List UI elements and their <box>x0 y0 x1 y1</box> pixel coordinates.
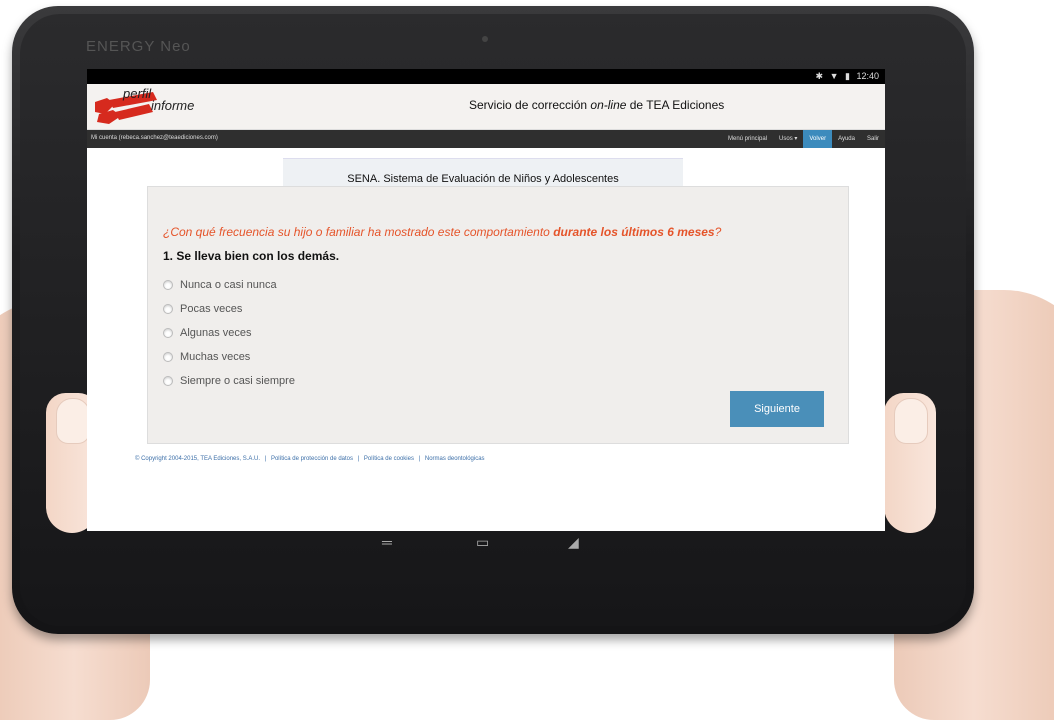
option-label: Algunas veces <box>180 327 252 339</box>
page-title: Servicio de corrección on-line de TEA Ed… <box>469 98 724 112</box>
option-label: Siempre o casi siempre <box>180 375 295 387</box>
footer-link-norms[interactable]: Normas deontológicas <box>425 456 485 462</box>
copyright-text: © Copyright 2004-2015, TEA Ediciones, S.… <box>135 456 261 462</box>
radio-button[interactable] <box>163 376 173 386</box>
account-link[interactable]: Mi cuenta (rebeca.sanchez@teaediciones.c… <box>91 135 218 141</box>
title-suffix: de TEA Ediciones <box>626 98 725 112</box>
logo-informe: informe <box>151 98 195 113</box>
option-pocas[interactable]: Pocas veces <box>163 297 295 321</box>
battery-icon: ▮ <box>845 71 850 81</box>
nav-menu: Menú principal Usos ▾ Volver Ayuda Salir <box>722 130 885 148</box>
device-brand: ENERGY Neo <box>86 38 191 55</box>
option-nunca[interactable]: Nunca o casi nunca <box>163 273 295 297</box>
test-title-box: SENA. Sistema de Evaluación de Niños y A… <box>283 158 683 189</box>
item-title: 1. Se lleva bien con los demás. <box>163 249 340 263</box>
logo-perfil: perfil <box>123 86 152 101</box>
bluetooth-icon: ✱ <box>815 71 824 81</box>
option-algunas[interactable]: Algunas veces <box>163 321 295 345</box>
back-icon[interactable]: ◢ <box>568 534 579 551</box>
option-label: Muchas veces <box>180 351 251 363</box>
app-header: perfil informe Servicio de corrección on… <box>87 84 885 130</box>
radio-button[interactable] <box>163 352 173 362</box>
option-muchas[interactable]: Muchas veces <box>163 345 295 369</box>
left-thumbnail <box>56 398 90 444</box>
radio-button[interactable] <box>163 304 173 314</box>
clock: 12:40 <box>856 71 879 81</box>
footer: © Copyright 2004-2015, TEA Ediciones, S.… <box>135 456 488 462</box>
menu-volver[interactable]: Volver <box>803 130 833 148</box>
menu-main[interactable]: Menú principal <box>722 130 773 148</box>
footer-link-cookies[interactable]: Política de cookies <box>364 456 414 462</box>
prompt-bold: durante los últimos 6 meses <box>553 225 715 239</box>
menu-ayuda[interactable]: Ayuda <box>832 130 861 148</box>
option-siempre[interactable]: Siempre o casi siempre <box>163 369 295 393</box>
footer-link-privacy[interactable]: Política de protección de datos <box>271 456 353 462</box>
status-bar: ✱ ▼ ▮ 12:40 <box>87 69 885 84</box>
prompt-end: ? <box>714 225 722 239</box>
camera-icon <box>482 36 488 42</box>
question-panel: ¿Con qué frecuencia su hijo o familiar h… <box>147 186 849 444</box>
menu-icon[interactable]: ═ <box>382 534 392 550</box>
navbar: Mi cuenta (rebeca.sanchez@teaediciones.c… <box>87 130 885 148</box>
footer-separator: | <box>264 456 267 462</box>
menu-usos[interactable]: Usos ▾ <box>773 130 803 148</box>
right-thumbnail <box>894 398 928 444</box>
footer-separator: | <box>418 456 421 462</box>
next-button[interactable]: Siguiente <box>730 391 824 427</box>
radio-button[interactable] <box>163 280 173 290</box>
option-label: Pocas veces <box>180 303 243 315</box>
question-prompt: ¿Con qué frecuencia su hijo o familiar h… <box>163 225 721 239</box>
android-nav-bar: ═ ▭ ◢ <box>380 534 620 554</box>
answer-options: Nunca o casi nunca Pocas veces Algunas v… <box>163 273 295 393</box>
eperfil-einforme-logo[interactable]: perfil informe <box>93 86 223 124</box>
tablet-screen: ✱ ▼ ▮ 12:40 perfil informe Servicio de c… <box>87 69 885 531</box>
option-label: Nunca o casi nunca <box>180 279 277 291</box>
title-prefix: Servicio de corrección <box>469 98 591 112</box>
menu-salir[interactable]: Salir <box>861 130 885 148</box>
wifi-icon: ▼ <box>829 71 839 81</box>
footer-separator: | <box>357 456 360 462</box>
test-title: SENA. Sistema de Evaluación de Niños y A… <box>347 173 619 185</box>
home-icon[interactable]: ▭ <box>476 534 489 551</box>
prompt-start: ¿Con qué frecuencia su hijo o familiar h… <box>163 225 554 239</box>
title-italic: on-line <box>590 98 627 112</box>
radio-button[interactable] <box>163 328 173 338</box>
